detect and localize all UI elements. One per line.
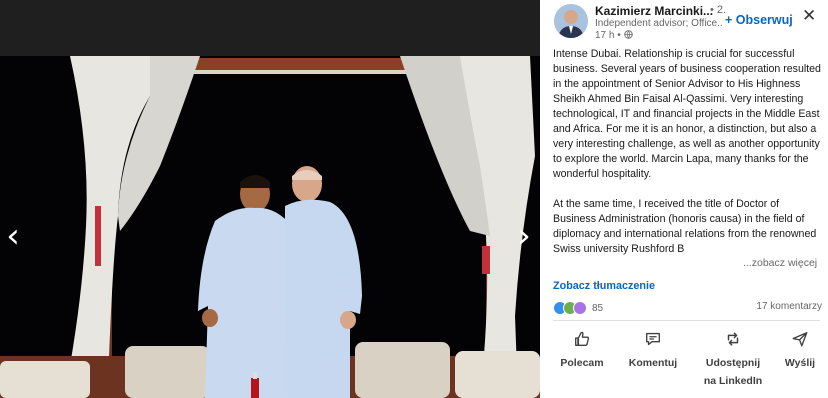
post-timestamp: 17 h • <box>595 30 621 41</box>
post-photo <box>0 56 540 398</box>
comment-button[interactable]: Komentuj <box>621 330 685 372</box>
author-avatar[interactable] <box>554 4 588 38</box>
post-time: 17 h • <box>595 30 633 42</box>
avatar-image <box>554 4 588 38</box>
reactions-summary[interactable]: 85 <box>553 301 603 315</box>
see-translation-link[interactable]: Zobacz tłumaczenie <box>553 280 655 292</box>
send-icon <box>770 330 828 348</box>
like-button[interactable]: Polecam <box>550 330 614 372</box>
thumbs-up-icon <box>550 330 614 348</box>
reactions-count: 85 <box>592 302 604 314</box>
post-body: Intense Dubai. Relationship is crucial f… <box>553 47 823 272</box>
send-button[interactable]: Wyślij <box>770 330 828 372</box>
close-icon[interactable]: ✕ <box>802 6 816 26</box>
post-details-panel: Kazimierz Marcinki... • 2. Independent a… <box>540 0 828 398</box>
post-paragraph-2: At the same time, I received the title o… <box>553 198 817 255</box>
comment-label: Komentuj <box>628 357 678 369</box>
repost-label-line2: na LinkedIn <box>703 375 763 387</box>
author-name[interactable]: Kazimierz Marcinki... <box>595 4 713 18</box>
celebrate-reaction-icon <box>573 301 587 315</box>
post-paragraph-1: Intense Dubai. Relationship is crucial f… <box>553 48 821 180</box>
author-headline: Independent advisor; Office... <box>595 18 723 29</box>
follow-button[interactable]: + Obserwuj <box>725 13 793 27</box>
divider <box>553 320 820 321</box>
connection-degree: • 2. <box>710 4 727 16</box>
globe-icon <box>623 30 633 42</box>
comment-icon <box>621 330 685 348</box>
see-more-link[interactable]: ...zobacz więcej <box>740 257 818 269</box>
next-image-button[interactable]: › <box>512 218 536 254</box>
comments-count[interactable]: 17 komentarzy <box>756 301 822 312</box>
repost-button[interactable]: Udostępnij na LinkedIn <box>700 330 766 390</box>
repost-icon <box>700 330 766 348</box>
photo-illustration <box>0 56 540 398</box>
previous-image-button[interactable]: ‹ <box>1 218 25 254</box>
repost-label-line1: Udostępnij <box>705 357 761 369</box>
send-label: Wyślij <box>784 357 816 369</box>
image-viewer: ‹ › <box>0 0 540 398</box>
like-label: Polecam <box>560 357 604 369</box>
